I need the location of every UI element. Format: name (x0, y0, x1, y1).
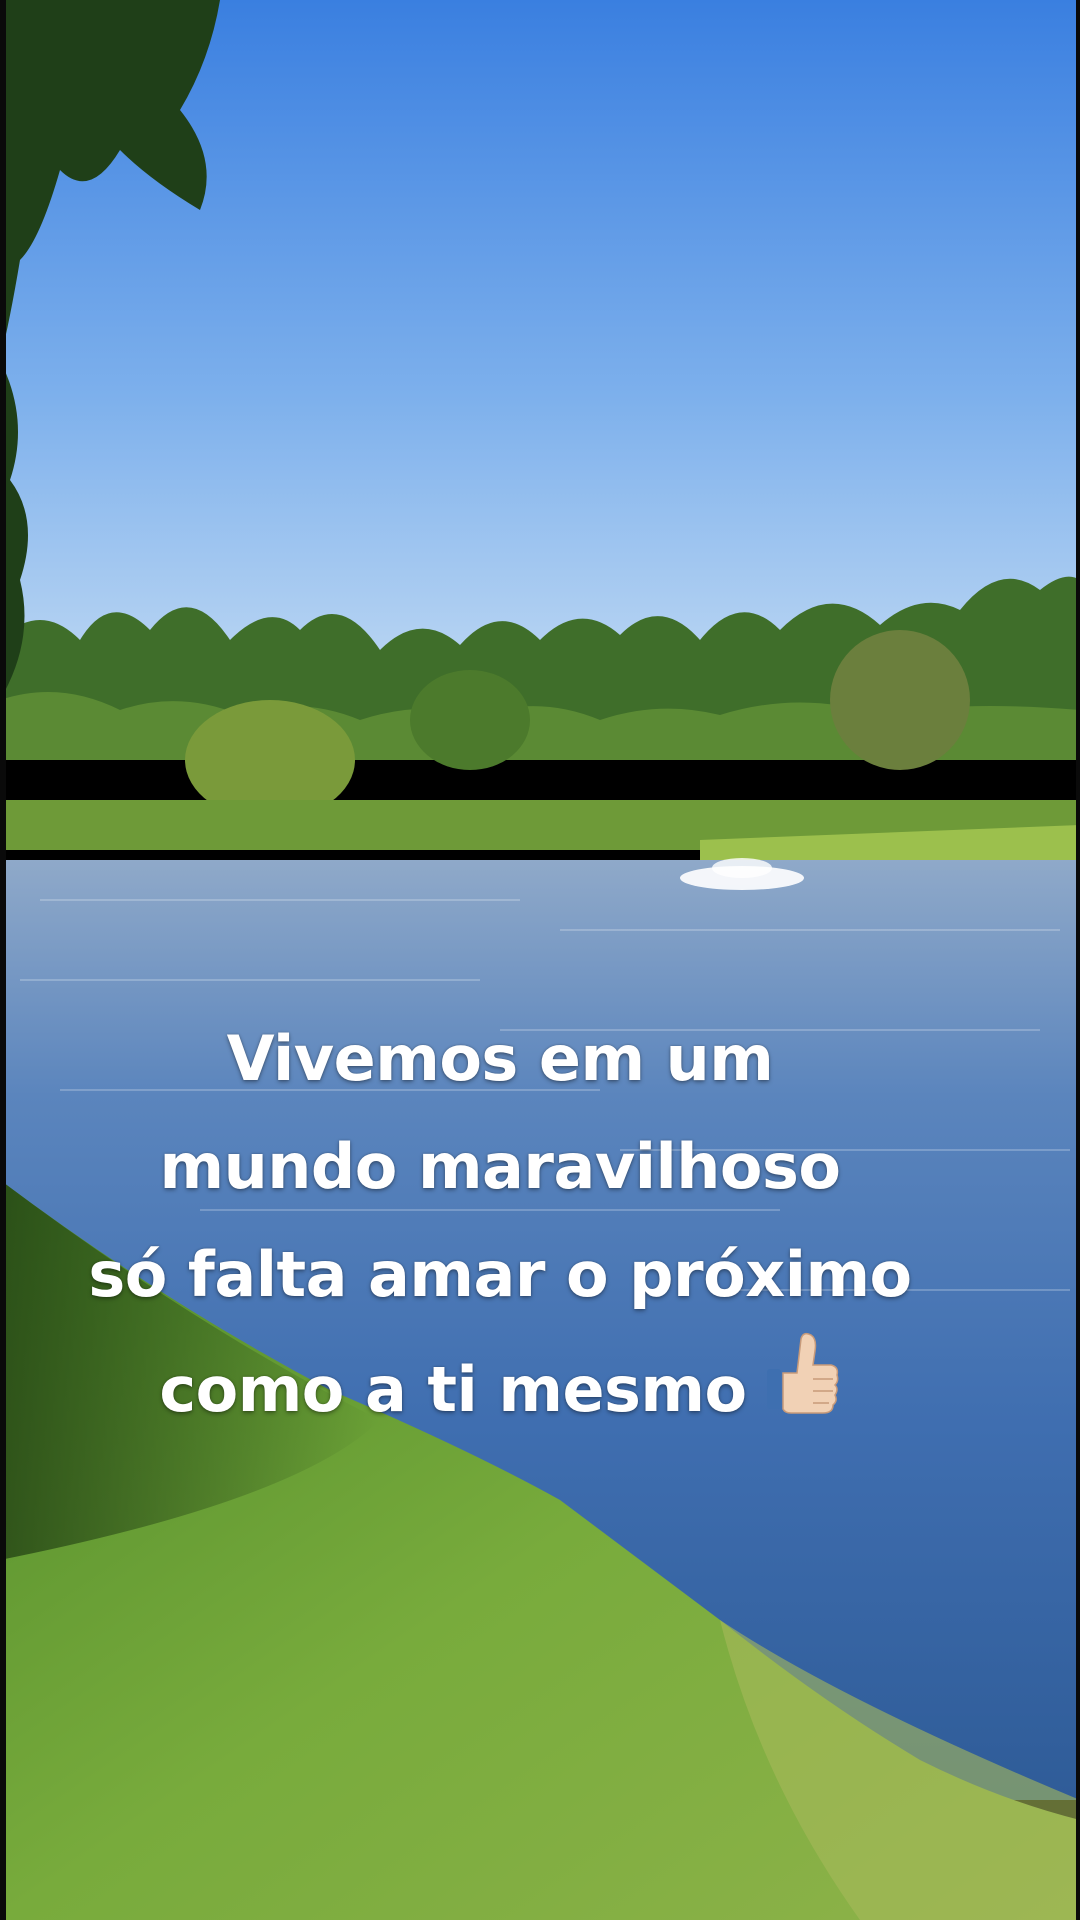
caption-overlay: Vivemos em um mundo maravilhoso só falta… (0, 1005, 1000, 1444)
lake-scene (0, 0, 1080, 1920)
thumbs-up-icon (766, 1332, 839, 1414)
video-frame: Vivemos em um mundo maravilhoso só falta… (0, 0, 1080, 1920)
caption-line-2: mundo maravilhoso (159, 1130, 841, 1203)
left-border (0, 0, 6, 1920)
caption-line-4: como a ti mesmo (0, 1329, 1000, 1444)
caption-line-1: Vivemos em um (226, 1022, 774, 1095)
right-border (1076, 0, 1080, 1920)
caption-line-4-text: como a ti mesmo (159, 1353, 747, 1426)
caption-line-3: só falta amar o próximo (88, 1238, 912, 1311)
